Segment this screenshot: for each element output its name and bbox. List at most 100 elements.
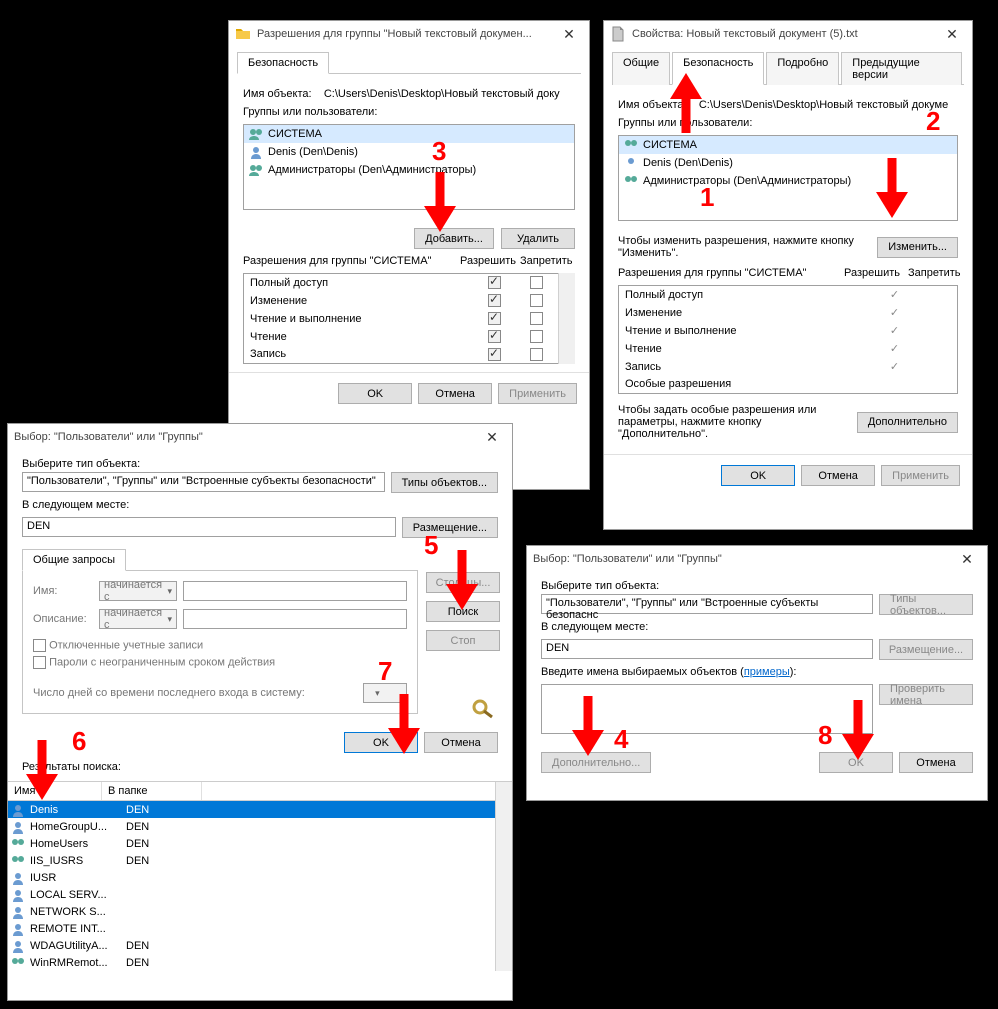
- table-row[interactable]: IUSR: [8, 869, 512, 886]
- users-list[interactable]: СИСТЕМА Denis (Den\Denis) Администраторы…: [618, 135, 958, 221]
- locations-button[interactable]: Размещение...: [879, 639, 973, 660]
- allow-tick: ✓: [874, 304, 916, 322]
- allow-col: Разрешить: [460, 255, 520, 267]
- search-icon: [470, 697, 498, 722]
- permissions-table: Полный доступ✓ Изменение✓ Чтение и выпол…: [618, 285, 958, 394]
- tab-common-queries[interactable]: Общие запросы: [22, 549, 126, 571]
- name-filter-input[interactable]: [183, 581, 407, 601]
- window-title: Выбор: "Пользователи" или "Группы": [14, 431, 478, 443]
- name-filter-label: Имя:: [33, 585, 93, 597]
- list-item[interactable]: Denis (Den\Denis): [244, 143, 574, 161]
- annotation-number: 7: [378, 656, 392, 687]
- table-row[interactable]: DenisDEN: [8, 801, 512, 818]
- cancel-button[interactable]: Отмена: [899, 752, 973, 773]
- list-item[interactable]: СИСТЕМА: [244, 125, 574, 143]
- table-row: Особые разрешения: [619, 376, 958, 394]
- table-row[interactable]: LOCAL SERV...: [8, 886, 512, 903]
- list-item-label: Denis (Den\Denis): [268, 146, 358, 158]
- result-name: IIS_IUSRS: [30, 855, 122, 867]
- users-list[interactable]: СИСТЕМА Denis (Den\Denis) Администраторы…: [243, 124, 575, 210]
- deny-checkbox[interactable]: [530, 294, 543, 307]
- allow-checkbox[interactable]: [488, 312, 501, 325]
- tabstrip: Общие Безопасность Подробно Предыдущие в…: [612, 51, 964, 85]
- ok-button[interactable]: OK: [721, 465, 795, 486]
- permissions-window: Разрешения для группы "Новый текстовый д…: [228, 20, 590, 490]
- desc-filter-input[interactable]: [183, 609, 407, 629]
- user-icon: [10, 887, 26, 903]
- ok-button[interactable]: OK: [819, 752, 893, 773]
- permissions-header: Разрешения для группы "СИСТЕМА": [618, 267, 844, 279]
- check-names-button[interactable]: Проверить имена: [879, 684, 973, 705]
- table-row[interactable]: WinRMRemot...DEN: [8, 954, 512, 971]
- scrollbar[interactable]: [558, 273, 575, 364]
- list-item[interactable]: Администраторы (Den\Администраторы): [244, 161, 574, 179]
- add-button[interactable]: Добавить...: [414, 228, 494, 249]
- table-row[interactable]: IIS_IUSRSDEN: [8, 852, 512, 869]
- col-name[interactable]: Имя: [8, 782, 102, 800]
- table-row[interactable]: HomeUsersDEN: [8, 835, 512, 852]
- result-name: WDAGUtilityA...: [30, 940, 122, 952]
- list-item[interactable]: СИСТЕМА: [619, 136, 957, 154]
- disabled-accounts-checkbox[interactable]: [33, 639, 46, 652]
- object-types-button[interactable]: Типы объектов...: [391, 472, 498, 493]
- list-item[interactable]: Администраторы (Den\Администраторы): [619, 172, 957, 190]
- deny-checkbox[interactable]: [530, 330, 543, 343]
- scrollbar[interactable]: [495, 782, 512, 971]
- allow-checkbox[interactable]: [488, 276, 501, 289]
- table-row[interactable]: NETWORK S...: [8, 903, 512, 920]
- close-icon[interactable]: ✕: [555, 26, 583, 43]
- panel-body: Имя объекта: C:\Users\Denis\Desktop\Новы…: [604, 85, 972, 454]
- cancel-button[interactable]: Отмена: [418, 383, 492, 404]
- tab-details[interactable]: Подробно: [766, 52, 839, 85]
- tab-general[interactable]: Общие: [612, 52, 670, 85]
- deny-checkbox[interactable]: [530, 276, 543, 289]
- results-grid: Имя В папке DenisDENHomeGroupU...DENHome…: [8, 781, 512, 971]
- tab-previous-versions[interactable]: Предыдущие версии: [841, 52, 962, 85]
- table-row[interactable]: REMOTE INT...: [8, 920, 512, 937]
- apply-button[interactable]: Применить: [881, 465, 960, 486]
- table-row: Чтение✓: [619, 340, 958, 358]
- table-row: Изменение✓: [619, 304, 958, 322]
- allow-checkbox[interactable]: [488, 294, 501, 307]
- table-row: Запись✓: [619, 358, 958, 376]
- edit-button[interactable]: Изменить...: [877, 237, 958, 258]
- close-icon[interactable]: ✕: [938, 26, 966, 43]
- object-types-button[interactable]: Типы объектов...: [879, 594, 973, 615]
- allow-checkbox[interactable]: [488, 330, 501, 343]
- close-icon[interactable]: ✕: [953, 551, 981, 568]
- col-folder[interactable]: В папке: [102, 782, 202, 800]
- close-icon[interactable]: ✕: [478, 429, 506, 446]
- nonexpiring-pwd-checkbox[interactable]: [33, 656, 46, 669]
- locations-button[interactable]: Размещение...: [402, 517, 498, 538]
- tab-security[interactable]: Безопасность: [672, 52, 764, 85]
- annotation-number: 2: [926, 106, 940, 137]
- table-row[interactable]: HomeGroupU...DEN: [8, 818, 512, 835]
- columns-button[interactable]: Столбцы...: [426, 572, 500, 593]
- ok-button[interactable]: OK: [344, 732, 418, 753]
- desc-op-select[interactable]: начинается с: [99, 609, 177, 629]
- annotation-number: 6: [72, 726, 86, 757]
- object-name-label: Имя объекта:: [243, 88, 312, 100]
- name-op-select[interactable]: начинается с: [99, 581, 177, 601]
- examples-link[interactable]: примеры: [744, 666, 790, 678]
- ok-button[interactable]: OK: [338, 383, 412, 404]
- cancel-button[interactable]: Отмена: [424, 732, 498, 753]
- find-now-button[interactable]: Поиск: [426, 601, 500, 622]
- perm-name: Запись: [244, 346, 474, 364]
- list-item-label: Denis (Den\Denis): [643, 157, 733, 169]
- allow-checkbox[interactable]: [488, 348, 501, 361]
- titlebar: Разрешения для группы "Новый текстовый д…: [229, 21, 589, 47]
- table-row[interactable]: WDAGUtilityA...DEN: [8, 937, 512, 954]
- cancel-button[interactable]: Отмена: [801, 465, 875, 486]
- advanced-button[interactable]: Дополнительно...: [541, 752, 651, 773]
- deny-checkbox[interactable]: [530, 312, 543, 325]
- deny-checkbox[interactable]: [530, 348, 543, 361]
- stop-button[interactable]: Стоп: [426, 630, 500, 651]
- group-icon: [248, 127, 264, 141]
- list-item[interactable]: Denis (Den\Denis): [619, 154, 957, 172]
- advanced-button[interactable]: Дополнительно: [857, 412, 958, 433]
- apply-button[interactable]: Применить: [498, 383, 577, 404]
- results-header: Имя В папке: [8, 782, 512, 801]
- remove-button[interactable]: Удалить: [501, 228, 575, 249]
- tab-security[interactable]: Безопасность: [237, 52, 329, 74]
